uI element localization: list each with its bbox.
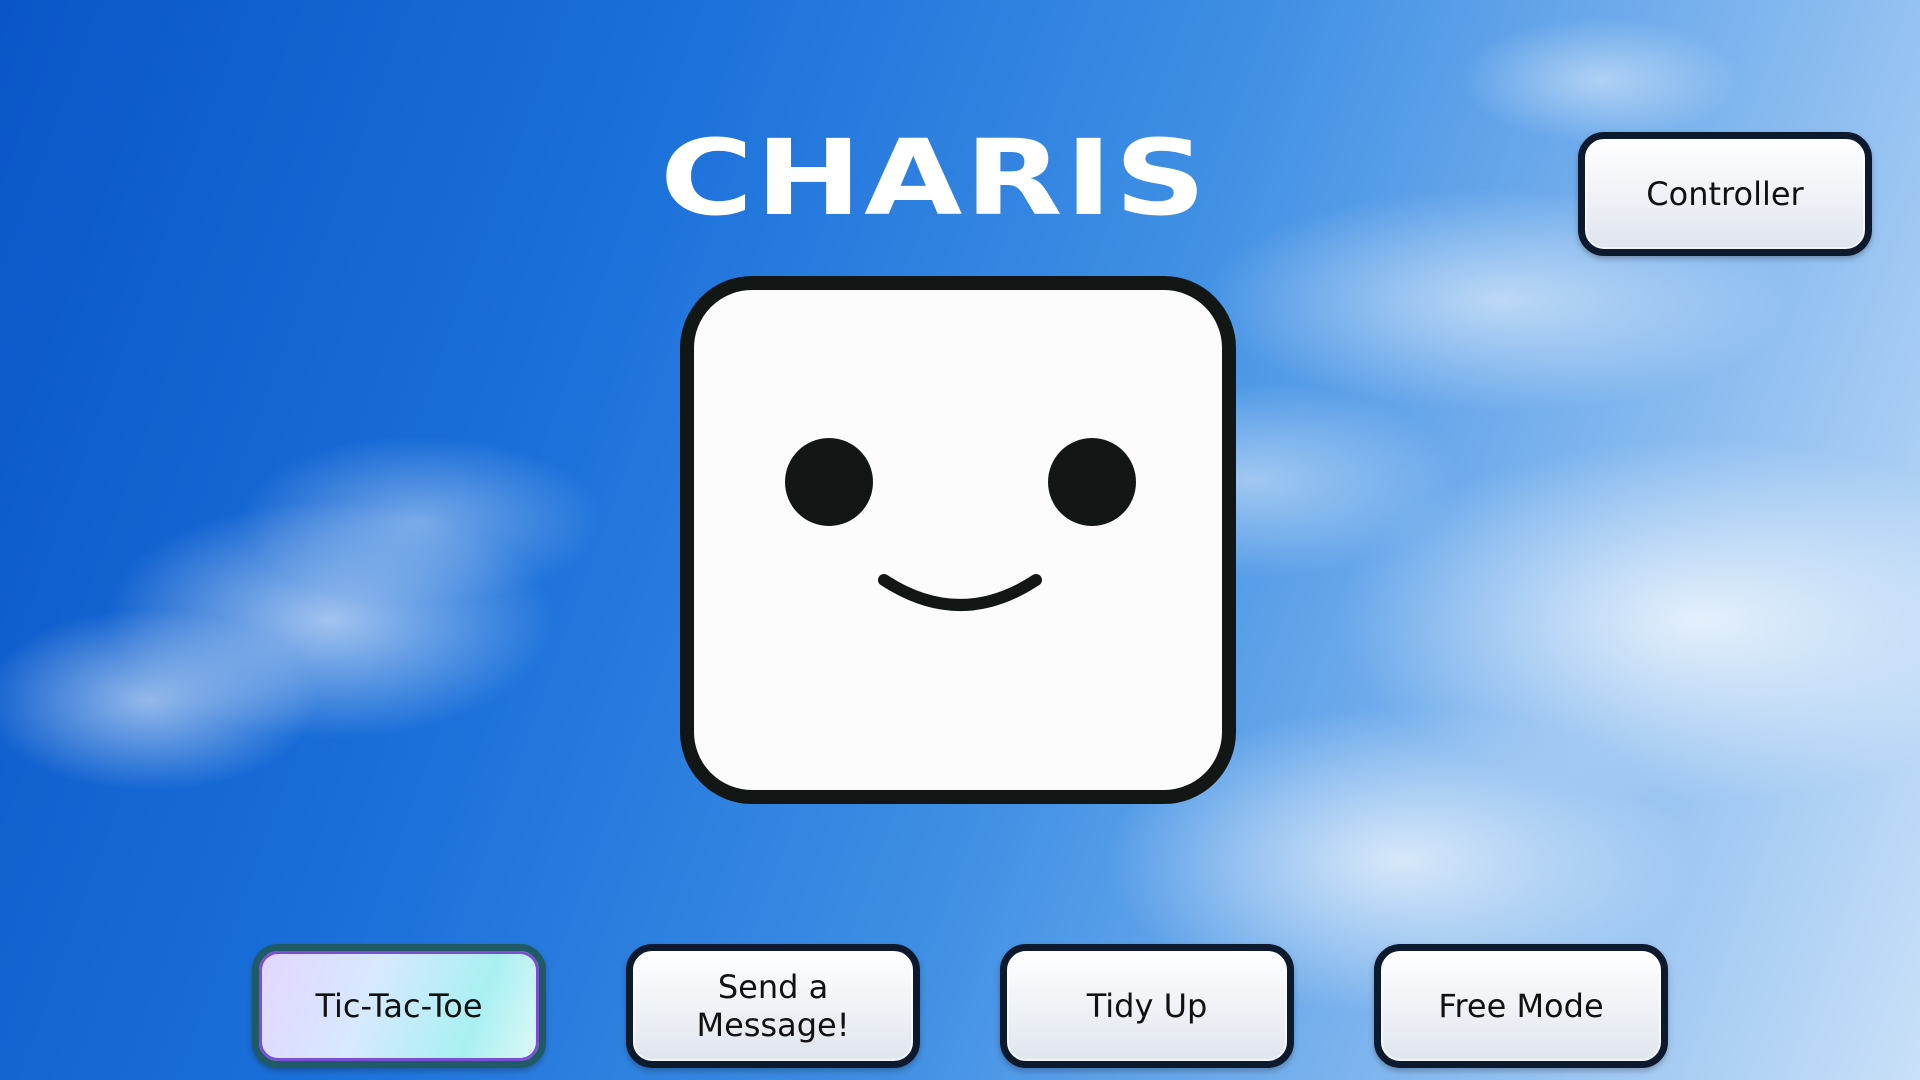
robot-face	[680, 276, 1236, 804]
controller-button[interactable]: Controller	[1578, 132, 1872, 256]
app-title: CHARIS	[660, 117, 1209, 239]
send-message-button[interactable]: Send a Message!	[626, 944, 920, 1068]
right-eye	[1048, 438, 1136, 526]
smile-mouth	[878, 574, 1042, 611]
free-mode-button[interactable]: Free Mode	[1374, 944, 1668, 1068]
left-eye	[785, 438, 873, 526]
tic-tac-toe-button[interactable]: Tic-Tac-Toe	[252, 944, 546, 1068]
tidy-up-button[interactable]: Tidy Up	[1000, 944, 1294, 1068]
smiley-face-icon	[785, 438, 1136, 611]
